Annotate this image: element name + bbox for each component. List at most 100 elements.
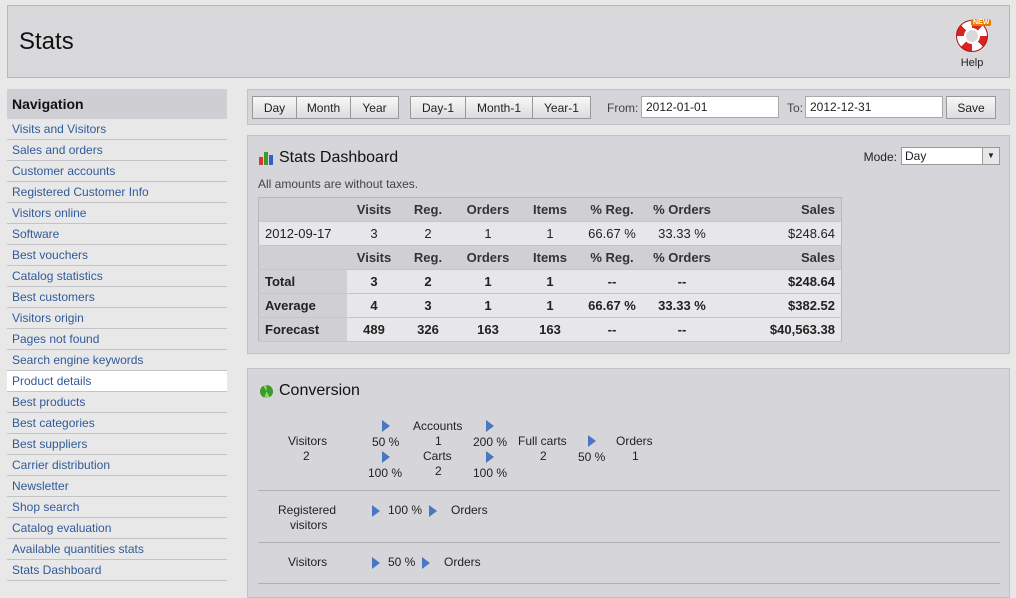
table-cell: % Orders <box>645 197 719 222</box>
accounts-label: Accounts <box>413 419 463 433</box>
day-button[interactable]: Day <box>252 96 297 119</box>
registered-orders-rate: 100 % <box>388 503 423 517</box>
table-cell: -- <box>645 317 719 342</box>
year-button[interactable]: Year <box>350 96 399 119</box>
arrow-right-icon <box>382 451 390 463</box>
table-cell: % Reg. <box>579 197 645 222</box>
sidebar-item[interactable]: Sales and orders <box>7 140 227 161</box>
year-prev-button[interactable]: Year-1 <box>532 96 591 119</box>
visitors-row-label: Visitors <box>288 555 328 569</box>
month-prev-button[interactable]: Month-1 <box>465 96 533 119</box>
table-cell: Orders <box>455 197 521 222</box>
sidebar-item[interactable]: Best categories <box>7 413 227 434</box>
arrow-right-icon <box>382 420 390 432</box>
carts-label: Carts <box>423 449 452 463</box>
mode-select[interactable]: Day ▼ <box>901 147 1000 165</box>
table-cell: -- <box>579 317 645 342</box>
visitors-count: 2 <box>303 449 310 463</box>
visitors-orders-rate: 50 % <box>388 555 416 569</box>
sidebar-item[interactable]: Best suppliers <box>7 434 227 455</box>
summary-row: Total 3 2 1 1 -- -- $248.64 <box>258 269 842 294</box>
conversion-panel: Conversion Visitors 2 50 % 100 % Account… <box>247 368 1010 598</box>
sidebar-item[interactable]: Search engine keywords <box>7 350 227 371</box>
lifebuoy-icon[interactable]: NEW <box>956 19 992 52</box>
sidebar-item[interactable]: Registered Customer Info <box>7 182 227 203</box>
sidebar-item[interactable]: Available quantities stats <box>7 539 227 560</box>
sidebar-item[interactable]: Stats Dashboard <box>7 560 227 581</box>
conversion-title: Conversion <box>279 382 360 399</box>
sidebar-title: Navigation <box>7 89 227 119</box>
table-cell: 2 <box>401 221 455 246</box>
help-button[interactable]: NEW Help <box>955 19 992 69</box>
table-cell: Reg. <box>401 245 455 270</box>
table-cell: Visits <box>347 197 401 222</box>
table-cell: -- <box>579 269 645 294</box>
mode-value: Day <box>905 149 927 163</box>
day-prev-button[interactable]: Day-1 <box>410 96 466 119</box>
refresh-icon <box>260 385 273 398</box>
date-toolbar: Day Month Year Day-1 Month-1 Year-1 From… <box>247 89 1010 125</box>
table-row: 2012-09-17 3 2 1 1 66.67 % 33.33 % $248.64 <box>258 221 842 246</box>
table-cell: 66.67 % <box>579 293 645 318</box>
table-cell: 326 <box>401 317 455 342</box>
sidebar-item[interactable]: Carrier distribution <box>7 455 227 476</box>
sidebar-item[interactable]: Best customers <box>7 287 227 308</box>
table-header-row: Visits Reg. Orders Items% Reg.% Orders Sales <box>258 197 842 222</box>
sidebar-item[interactable]: Software <box>7 224 227 245</box>
carts-to-full-carts-rate: 100 % <box>473 466 508 480</box>
from-date-input[interactable]: 2012-01-01 <box>641 96 779 118</box>
sidebar-item[interactable]: Visits and Visitors <box>7 119 227 140</box>
sidebar-item[interactable]: Customer accounts <box>7 161 227 182</box>
arrow-right-icon <box>588 435 596 447</box>
table-cell: 1 <box>455 269 521 294</box>
divider <box>258 583 1000 584</box>
sidebar-item[interactable]: Visitors origin <box>7 308 227 329</box>
sidebar-item[interactable]: Best vouchers <box>7 245 227 266</box>
table-cell: 1 <box>521 269 579 294</box>
full-carts-label: Full carts <box>518 434 567 448</box>
table-cell: Items <box>521 197 579 222</box>
table-cell: $248.64 <box>719 221 842 246</box>
table-cell: Reg. <box>401 197 455 222</box>
arrow-right-icon <box>429 505 437 517</box>
sidebar-nav: Visits and Visitors Sales and orders Custo… <box>7 119 227 581</box>
to-date-input[interactable]: 2012-12-31 <box>805 96 943 118</box>
row-label: Forecast <box>258 317 347 342</box>
sidebar-item[interactable]: Visitors online <box>7 203 227 224</box>
table-cell: 33.33 % <box>645 221 719 246</box>
table-cell: Items <box>521 245 579 270</box>
table-cell: 2 <box>401 269 455 294</box>
save-button[interactable]: Save <box>946 96 996 119</box>
tax-note: All amounts are without taxes. <box>258 177 419 191</box>
sidebar-item[interactable]: Product details <box>7 371 227 392</box>
registered-orders-label: Orders <box>451 503 488 517</box>
page-header: Stats NEW Help <box>7 5 1010 78</box>
sidebar-item[interactable]: Best products <box>7 392 227 413</box>
summary-row: Forecast 489 326 163 163 -- -- $40,563.38 <box>258 317 842 342</box>
visitors-orders-label: Orders <box>444 555 481 569</box>
table-cell: 1 <box>455 293 521 318</box>
orders-label: Orders <box>616 434 653 448</box>
row-label: Average <box>258 293 347 318</box>
arrow-right-icon <box>372 505 380 517</box>
sidebar-item[interactable]: Pages not found <box>7 329 227 350</box>
table-header-row: Visits Reg. Orders Items% Reg.% Orders Sales <box>258 245 842 270</box>
row-label <box>258 197 347 222</box>
month-button[interactable]: Month <box>296 96 351 119</box>
sidebar-item[interactable]: Catalog evaluation <box>7 518 227 539</box>
table-cell: 4 <box>347 293 401 318</box>
table-cell: 1 <box>455 221 521 246</box>
table-cell: 3 <box>347 269 401 294</box>
help-label[interactable]: Help <box>955 57 989 69</box>
table-cell: Orders <box>455 245 521 270</box>
sidebar-item[interactable]: Newsletter <box>7 476 227 497</box>
divider <box>258 490 1000 491</box>
chevron-down-icon[interactable]: ▼ <box>982 148 999 164</box>
page-title: Stats <box>19 28 74 55</box>
sidebar-item[interactable]: Shop search <box>7 497 227 518</box>
table-cell: 163 <box>521 317 579 342</box>
sidebar-item[interactable]: Catalog statistics <box>7 266 227 287</box>
table-cell: % Orders <box>645 245 719 270</box>
sidebar: Navigation Visits and Visitors Sales and … <box>7 89 227 581</box>
carts-count: 2 <box>435 464 442 478</box>
